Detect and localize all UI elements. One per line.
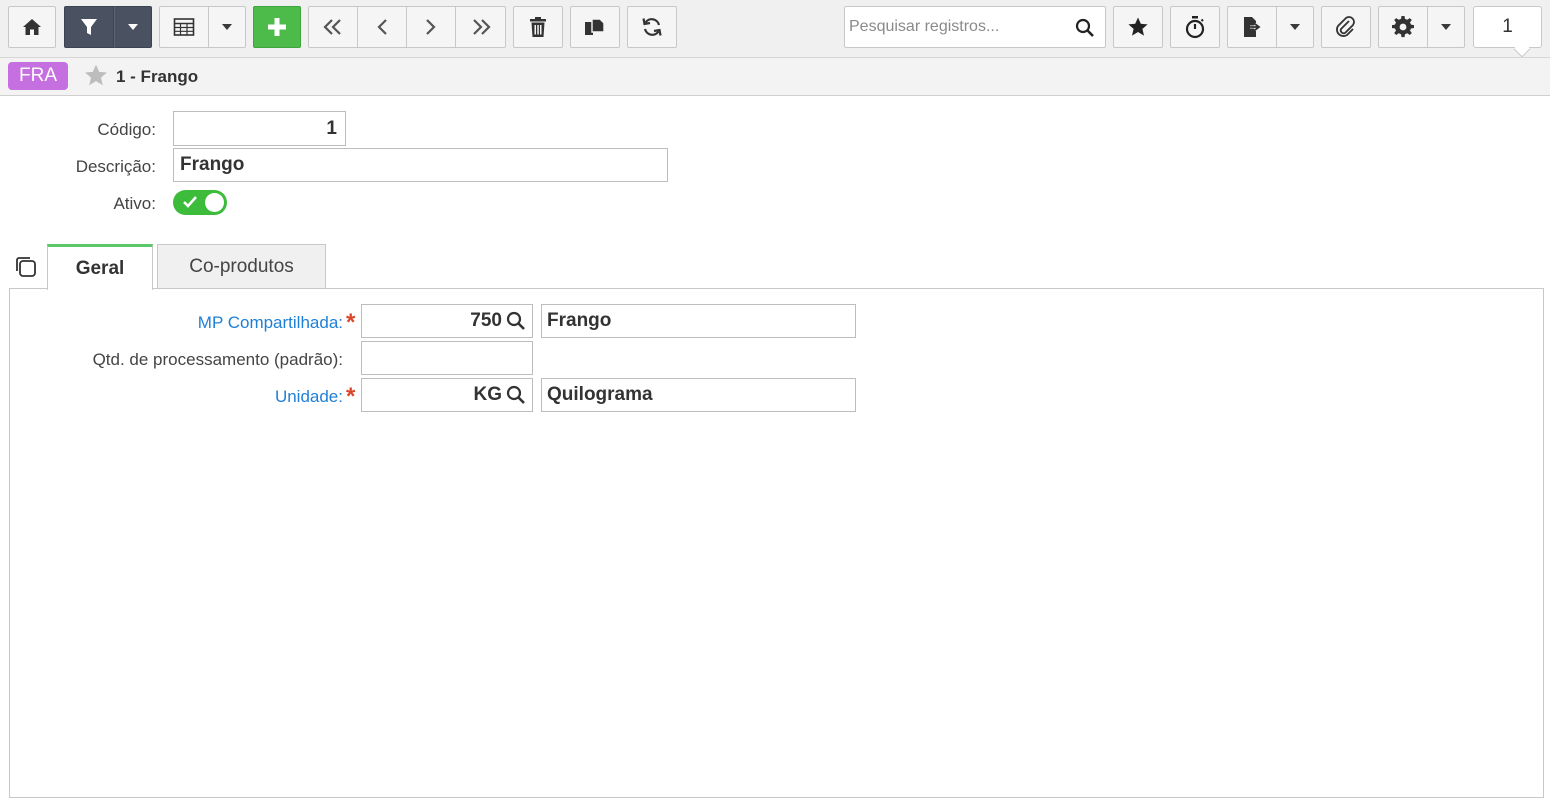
table-icon: [173, 18, 195, 36]
chevron-down-icon: [128, 24, 138, 30]
new-record-button[interactable]: [253, 6, 301, 48]
filter-dropdown-button[interactable]: [114, 6, 152, 48]
search-icon[interactable]: [1075, 18, 1095, 38]
grid-view-button[interactable]: [159, 6, 209, 48]
mp-compartilhada-label[interactable]: MP Compartilhada:: [100, 313, 343, 333]
record-title: 1 - Frango: [116, 67, 199, 86]
unidade-desc-value: Quilograma: [547, 384, 653, 405]
grid-view-dropdown-button[interactable]: [209, 6, 246, 48]
export-icon: [1244, 17, 1262, 37]
qtd-processamento-label: Qtd. de processamento (padrão):: [92, 350, 343, 369]
chevron-down-icon: [1441, 24, 1451, 30]
double-chevron-right-icon: [472, 19, 491, 35]
required-marker: *: [346, 309, 356, 336]
timer-button[interactable]: [1170, 6, 1220, 48]
double-chevron-left-icon: [323, 19, 341, 35]
settings-button[interactable]: [1378, 6, 1428, 48]
refresh-icon: [642, 18, 662, 36]
chevron-down-icon: [222, 24, 232, 30]
tab-geral-label: Geral: [75, 257, 125, 279]
stopwatch-icon: [1185, 16, 1205, 39]
next-record-button[interactable]: [407, 6, 456, 48]
unidade-label[interactable]: Unidade:: [200, 387, 343, 407]
mp-compartilhada-desc-field: Frango: [541, 304, 856, 338]
toggle-knob: [205, 193, 224, 212]
mp-compartilhada-code-field[interactable]: 750: [361, 304, 533, 338]
mp-code-value: 750: [470, 310, 502, 331]
search-input[interactable]: [845, 7, 1073, 47]
tab-co-produtos-label: Co-produtos: [189, 256, 294, 277]
mp-desc-value: Frango: [547, 310, 612, 331]
tab-geral[interactable]: Geral: [47, 244, 153, 290]
favorite-star-icon[interactable]: [83, 63, 109, 88]
required-marker: *: [346, 383, 356, 410]
paperclip-icon: [1336, 16, 1355, 37]
copy-tabs-icon[interactable]: [14, 255, 38, 279]
codigo-value: 1: [326, 117, 337, 139]
plus-icon: [268, 18, 286, 36]
descricao-value: Frango: [180, 154, 245, 175]
first-record-button[interactable]: [308, 6, 358, 48]
home-button[interactable]: [8, 6, 56, 48]
search-icon[interactable]: [506, 385, 526, 405]
page-number: 1: [1502, 16, 1513, 37]
star-icon: [1128, 17, 1148, 36]
record-page-indicator[interactable]: 1: [1473, 6, 1542, 58]
filter-button[interactable]: [64, 6, 114, 48]
codigo-label: Código:: [97, 120, 156, 139]
descricao-label: Descrição:: [75, 157, 156, 176]
last-record-button[interactable]: [456, 6, 506, 48]
tab-co-produtos[interactable]: Co-produtos: [157, 244, 326, 289]
codigo-field[interactable]: 1: [173, 111, 346, 146]
descricao-field[interactable]: Frango: [173, 148, 668, 182]
tooltip-tail: [1513, 40, 1531, 58]
export-dropdown-button[interactable]: [1277, 6, 1314, 48]
module-badge: FRA: [8, 62, 68, 90]
breadcrumb: FRA 1 - Frango: [0, 58, 1550, 96]
chevron-down-icon: [1290, 24, 1300, 30]
settings-dropdown-button[interactable]: [1428, 6, 1465, 48]
trash-icon: [530, 17, 546, 37]
unidade-code-field[interactable]: KG: [361, 378, 533, 412]
filter-icon: [81, 19, 97, 35]
ativo-label: Ativo:: [113, 194, 156, 213]
ativo-toggle[interactable]: [173, 190, 227, 215]
attach-button[interactable]: [1321, 6, 1371, 48]
search-box: [844, 6, 1106, 48]
copy-record-button[interactable]: [570, 6, 620, 48]
export-button[interactable]: [1227, 6, 1277, 48]
unidade-desc-field: Quilograma: [541, 378, 856, 412]
copy-icon: [585, 18, 605, 35]
unidade-code-value: KG: [473, 384, 503, 405]
search-icon[interactable]: [506, 311, 526, 331]
toolbar: 1: [0, 0, 1550, 58]
check-icon: [183, 196, 197, 208]
favorite-button[interactable]: [1113, 6, 1163, 48]
previous-record-button[interactable]: [358, 6, 407, 48]
chevron-left-icon: [377, 19, 387, 35]
refresh-button[interactable]: [627, 6, 677, 48]
home-icon: [23, 19, 41, 35]
chevron-right-icon: [426, 19, 436, 35]
gear-icon: [1392, 16, 1414, 38]
delete-button[interactable]: [513, 6, 563, 48]
qtd-processamento-field[interactable]: [361, 341, 533, 375]
